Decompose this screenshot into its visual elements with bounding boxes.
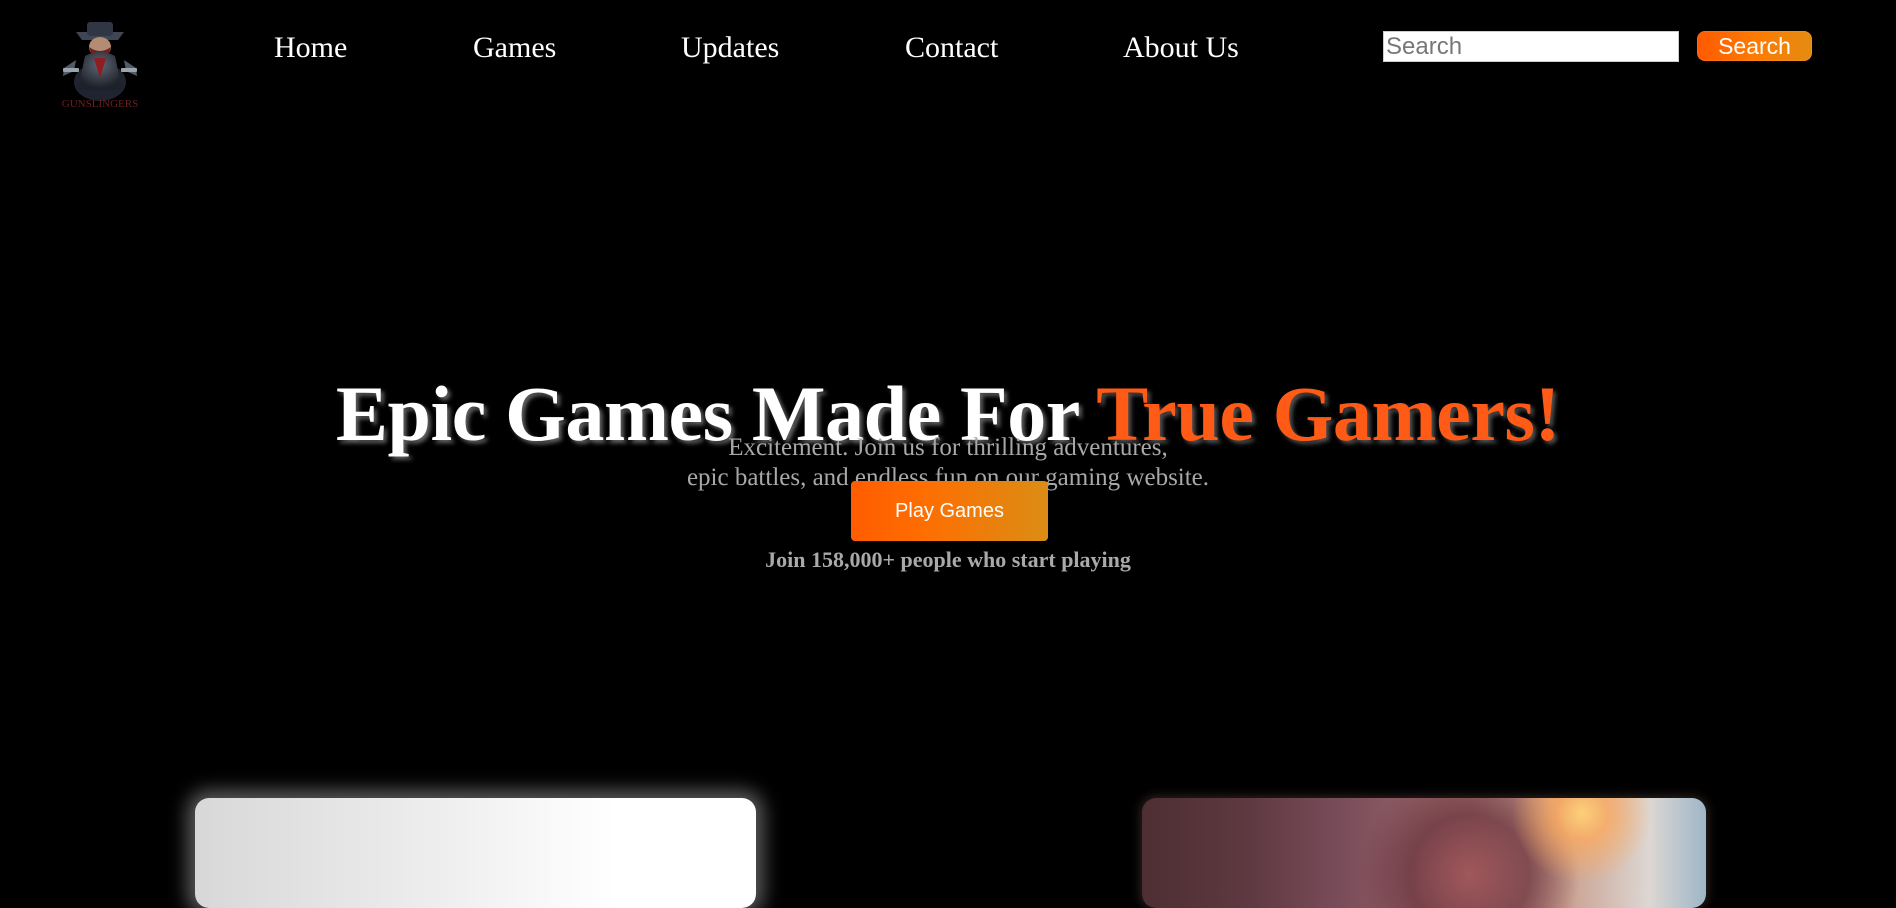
search-button[interactable]: Search: [1697, 31, 1812, 61]
play-games-button[interactable]: Play Games: [851, 481, 1048, 541]
nav-home[interactable]: Home: [274, 26, 347, 70]
site-header: GUNSLINGERS Home Games Updates Contact A…: [0, 0, 1896, 110]
hero-subtitle-line-1: Excitement. Join us for thrilling advent…: [728, 434, 1168, 461]
nav-games[interactable]: Games: [473, 26, 556, 70]
feature-card-left[interactable]: [195, 798, 756, 908]
nav-about-us[interactable]: About Us: [1123, 26, 1239, 70]
nav-contact[interactable]: Contact: [905, 26, 998, 70]
feature-card-right[interactable]: [1142, 798, 1706, 908]
join-count-text: Join 158,000+ people who start playing: [765, 547, 1131, 572]
search-input[interactable]: [1383, 31, 1679, 62]
nav-updates[interactable]: Updates: [681, 26, 779, 70]
svg-text:GUNSLINGERS: GUNSLINGERS: [62, 98, 138, 110]
